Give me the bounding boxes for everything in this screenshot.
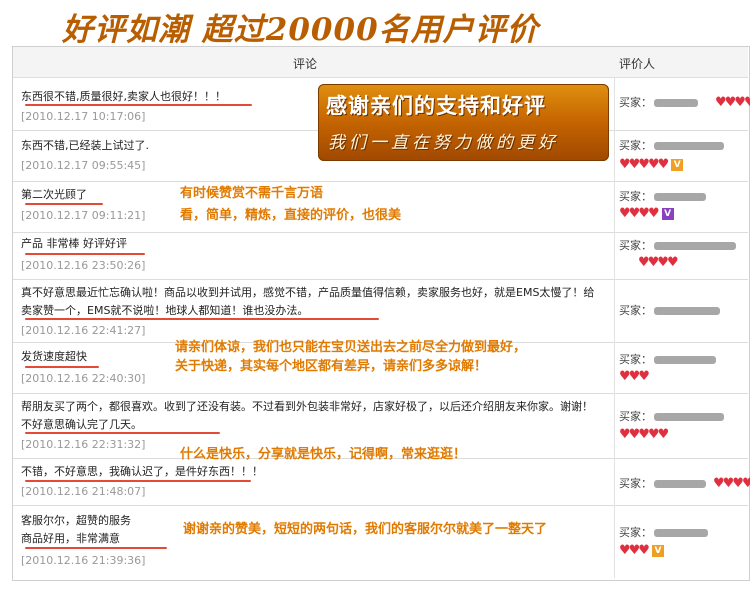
buyer-info: 买家： xyxy=(619,137,747,155)
vip-badge-icon: V xyxy=(661,207,674,220)
review-date: [2010.12.16 22:41:27] xyxy=(21,324,146,337)
table-row: 客服尔尔，超赞的服务 商品好用，非常满意 [2010.12.16 21:39:3… xyxy=(13,506,748,578)
review-date: [2010.12.17 09:11:21] xyxy=(21,209,146,222)
review-date: [2010.12.17 10:17:06] xyxy=(21,110,146,123)
review-date: [2010.12.17 09:55:45] xyxy=(21,159,146,172)
highlight-underline xyxy=(25,366,99,368)
seller-annotation: 看，简单，精炼，直接的评价，也很美 xyxy=(180,208,402,223)
buyer-prefix: 买家： xyxy=(619,239,652,252)
table-row: 真不好意思最近忙忘确认啦！商品以收到并试用，感觉不错，产品质量值得信赖，卖家服务… xyxy=(13,280,748,343)
review-text: 帮朋友买了两个，都很喜欢。收到了还没有装。不过看到外包装非常好，店家好极了，以后… xyxy=(21,400,593,431)
review-text: 不错，不好意思，我确认迟了，是件好东西！！！ xyxy=(21,465,263,478)
reviewer-column-header: 评价人 xyxy=(619,57,656,71)
buyer-prefix: 买家： xyxy=(619,96,652,109)
review-date: [2010.12.16 21:48:07] xyxy=(21,485,146,498)
review-text: 真不好意思最近忙忘确认啦！商品以收到并试用，感觉不错，产品质量值得信赖，卖家服务… xyxy=(21,286,595,317)
buyer-prefix: 买家： xyxy=(619,477,652,490)
seller-annotation: 有时候赞赏不需千言万语 xyxy=(180,186,324,201)
banner-title: 感谢亲们的支持和好评 xyxy=(326,94,546,118)
heart-rating-icon: ♥♥♥♥ xyxy=(713,476,750,491)
review-date: [2010.12.16 22:31:32] xyxy=(21,438,146,451)
masked-buyer-name xyxy=(654,480,706,488)
buyer-info: 买家： xyxy=(619,188,747,206)
highlight-underline xyxy=(25,203,103,205)
page-headline: 好评如潮 超过20000名用户评价 xyxy=(62,12,539,48)
thank-you-banner: 感谢亲们的支持和好评 我们一直在努力做的更好 xyxy=(318,84,609,161)
buyer-prefix: 买家： xyxy=(619,304,652,317)
buyer-info: 买家： xyxy=(619,302,747,320)
buyer-prefix: 买家： xyxy=(619,139,652,152)
vip-badge-icon: V xyxy=(651,544,664,557)
masked-buyer-name xyxy=(654,356,716,364)
banner-subtitle: 我们一直在努力做的更好 xyxy=(328,133,559,153)
review-date: [2010.12.16 23:50:26] xyxy=(21,259,146,272)
seller-annotation: 谢谢亲的赞美，短短的两句话，我们的客服尔尔就美了一整天了 xyxy=(183,522,548,537)
masked-buyer-name xyxy=(654,99,698,107)
heart-rating-icon: ♥♥♥♥ V xyxy=(619,206,674,221)
highlight-underline xyxy=(25,253,145,255)
table-row: 产品 非常棒 好评好评 [2010.12.16 23:50:26] 买家： ♥♥… xyxy=(13,233,748,280)
buyer-info: 买家： xyxy=(619,237,747,255)
comment-column-header: 评论 xyxy=(293,57,318,71)
masked-buyer-name xyxy=(654,529,708,537)
heart-rating-icon: ♥♥♥♥ xyxy=(638,255,679,270)
vip-badge-icon: V xyxy=(671,158,684,171)
masked-buyer-name xyxy=(654,193,706,201)
masked-buyer-name xyxy=(654,307,720,315)
buyer-prefix: 买家： xyxy=(619,410,652,423)
highlight-underline xyxy=(25,547,167,549)
buyer-prefix: 买家： xyxy=(619,190,652,203)
review-date: [2010.12.16 22:40:30] xyxy=(21,372,146,385)
highlight-underline xyxy=(25,104,252,106)
highlight-underline xyxy=(25,318,379,320)
review-date: [2010.12.16 21:39:36] xyxy=(21,554,146,567)
buyer-prefix: 买家： xyxy=(619,353,652,366)
masked-buyer-name xyxy=(654,242,736,250)
highlight-underline xyxy=(25,432,220,434)
seller-annotation: 什么是快乐，分享就是快乐，记得啊，常来逛逛！ xyxy=(180,447,467,462)
heart-rating-icon: ♥♥♥ V xyxy=(619,543,664,558)
masked-buyer-name xyxy=(654,413,724,421)
heart-rating-icon: ♥♥♥♥♥ xyxy=(619,427,669,442)
column-divider xyxy=(614,78,615,578)
heart-rating-icon: ♥♥♥ xyxy=(619,369,650,384)
buyer-info: 买家： xyxy=(619,408,747,426)
review-text: 产品 非常棒 好评好评 xyxy=(21,237,127,250)
seller-annotation: 请亲们体谅，我们也只能在宝贝送出去之前尽全力做到最好， xyxy=(175,340,527,355)
highlight-underline xyxy=(25,480,251,482)
buyer-info: 买家： xyxy=(619,351,747,369)
heart-rating-icon: ♥♥♥♥ xyxy=(715,95,750,110)
table-header: 评论 评价人 xyxy=(13,47,748,78)
table-row: 不错，不好意思，我确认迟了，是件好东西！！！ [2010.12.16 21:48… xyxy=(13,459,750,506)
heart-rating-icon: ♥♥♥♥♥ V xyxy=(619,157,684,172)
masked-buyer-name xyxy=(654,142,724,150)
buyer-prefix: 买家： xyxy=(619,526,652,539)
buyer-info: 买家： xyxy=(619,524,747,542)
seller-annotation: 关于快递，其实每个地区都有差异，请亲们多多谅解！ xyxy=(175,359,488,374)
